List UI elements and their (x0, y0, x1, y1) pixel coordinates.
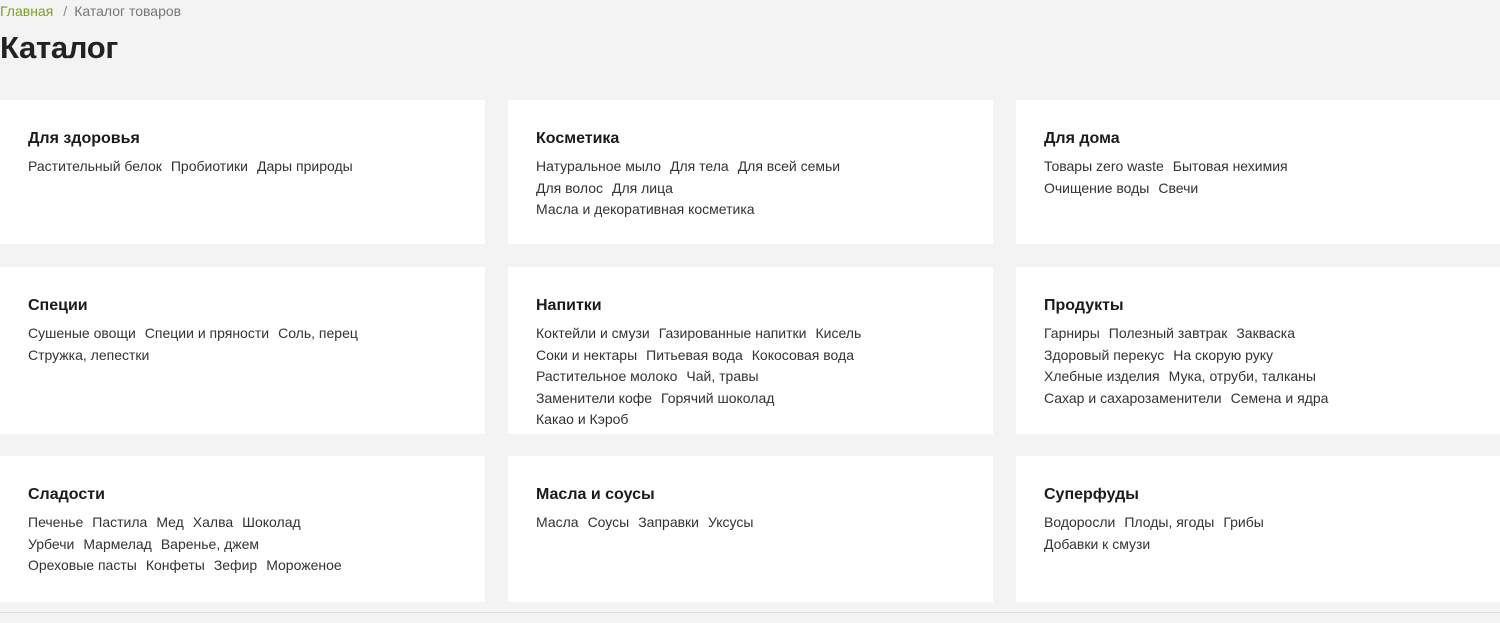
subcategory-link[interactable]: Для волос (536, 178, 603, 200)
breadcrumb-current: Каталог товаров (74, 3, 182, 19)
subcategory-link[interactable]: Натуральное мыло (536, 156, 661, 178)
subcategory-link[interactable]: Какао и Кэроб (536, 409, 628, 431)
subcategory-link[interactable]: Здоровый перекус (1044, 345, 1164, 367)
subcategory-link[interactable]: Питьевая вода (646, 345, 743, 367)
subcategory-link[interactable]: Масла и декоративная косметика (536, 199, 755, 221)
subcategory-link[interactable]: Растительное молоко (536, 366, 677, 388)
subcategory-link[interactable]: Кокосовая вода (752, 345, 854, 367)
subcategory-link[interactable]: Соки и нектары (536, 345, 637, 367)
category-title[interactable]: Косметика (536, 130, 993, 148)
subcategory-link[interactable]: Для лица (612, 178, 673, 200)
subcategory-link[interactable]: Хлебные изделия (1044, 366, 1160, 388)
subcategory-link[interactable]: Полезный завтрак (1109, 323, 1228, 345)
subcategory-link[interactable]: Масла (536, 512, 579, 534)
category-links: Сушеные овощи Специи и пряности Соль, пере… (28, 323, 448, 366)
category-links: Коктейли и смузи Газированные напитки Кисе… (536, 323, 956, 431)
subcategory-link[interactable]: Сушеные овощи (28, 323, 136, 345)
category-links: Товары zero waste Бытовая нехимия Очищение… (1044, 156, 1464, 199)
breadcrumb-home-link[interactable]: Главная (0, 3, 53, 19)
category-card-cosmetics: Косметика Натуральное мыло Для тела Для вс… (508, 100, 993, 244)
subcategory-link[interactable]: Мука, отруби, талканы (1169, 366, 1316, 388)
category-title[interactable]: Сладости (28, 486, 485, 504)
category-links: Печенье Пастила Мед Халва Шоколад Урбечи Марме… (28, 512, 448, 577)
subcategory-link[interactable]: Грибы (1223, 512, 1263, 534)
category-title[interactable]: Масла и соусы (536, 486, 993, 504)
subcategory-link[interactable]: Растительный белок (28, 156, 162, 178)
category-card-health: Для здоровья Растительный белок Пробиотик… (0, 100, 485, 244)
subcategory-link[interactable]: Соусы (588, 512, 630, 534)
subcategory-link[interactable]: Пастила (92, 512, 147, 534)
subcategory-link[interactable]: Стружка, лепестки (28, 345, 149, 367)
subcategory-link[interactable]: Мармелад (83, 534, 151, 556)
subcategory-link[interactable]: Очищение воды (1044, 178, 1149, 200)
category-links: Гарниры Полезный завтрак Закваска Здоровый … (1044, 323, 1464, 409)
subcategory-link[interactable]: Водоросли (1044, 512, 1115, 534)
subcategory-link[interactable]: Урбечи (28, 534, 74, 556)
subcategory-link[interactable]: Плоды, ягоды (1124, 512, 1214, 534)
subcategory-link[interactable]: Закваска (1236, 323, 1295, 345)
subcategory-link[interactable]: Печенье (28, 512, 83, 534)
category-title[interactable]: Специи (28, 297, 485, 315)
category-links: Масла Соусы Заправки Уксусы (536, 512, 956, 534)
subcategory-link[interactable]: Пробиотики (171, 156, 248, 178)
subcategory-link[interactable]: Кисель (815, 323, 861, 345)
category-card-home: Для дома Товары zero waste Бытовая нехими… (1016, 100, 1500, 244)
subcategory-link[interactable]: Заменители кофе (536, 388, 652, 410)
category-title[interactable]: Напитки (536, 297, 993, 315)
subcategory-link[interactable]: Чай, травы (686, 366, 758, 388)
category-card-superfoods: Суперфуды Водоросли Плоды, ягоды Грибы Доба… (1016, 456, 1500, 602)
subcategory-link[interactable]: Гарниры (1044, 323, 1100, 345)
category-title[interactable]: Суперфуды (1044, 486, 1500, 504)
subcategory-link[interactable]: Для тела (670, 156, 729, 178)
subcategory-link[interactable]: Товары zero waste (1044, 156, 1164, 178)
subcategory-link[interactable]: Ореховые пасты (28, 555, 137, 577)
subcategory-link[interactable]: Дары природы (257, 156, 353, 178)
category-title[interactable]: Для дома (1044, 130, 1500, 148)
subcategory-link[interactable]: Газированные напитки (659, 323, 807, 345)
subcategory-link[interactable]: Мед (156, 512, 183, 534)
subcategory-link[interactable]: На скорую руку (1173, 345, 1273, 367)
category-card-spices: Специи Сушеные овощи Специи и пряности Сол… (0, 267, 485, 434)
subcategory-link[interactable]: Коктейли и смузи (536, 323, 650, 345)
subcategory-link[interactable]: Семена и ядра (1231, 388, 1329, 410)
subcategory-link[interactable]: Заправки (638, 512, 699, 534)
subcategory-link[interactable]: Горячий шоколад (661, 388, 774, 410)
subcategory-link[interactable]: Соль, перец (278, 323, 358, 345)
breadcrumb-separator: / (63, 3, 68, 19)
subcategory-link[interactable]: Халва (193, 512, 233, 534)
page-title: Каталог (0, 30, 118, 65)
subcategory-link[interactable]: Специи и пряности (145, 323, 269, 345)
category-title[interactable]: Для здоровья (28, 130, 485, 148)
subcategory-link[interactable]: Варенье, джем (161, 534, 259, 556)
category-card-sweets: Сладости Печенье Пастила Мед Халва Шоколад Ур… (0, 456, 485, 602)
category-card-oils-sauces: Масла и соусы Масла Соусы Заправки Уксусы (508, 456, 993, 602)
breadcrumb: Главная / Каталог товаров (0, 3, 181, 19)
subcategory-link[interactable]: Зефир (214, 555, 257, 577)
subcategory-link[interactable]: Конфеты (146, 555, 205, 577)
subcategory-link[interactable]: Свечи (1158, 178, 1198, 200)
subcategory-link[interactable]: Для всей семьи (738, 156, 840, 178)
subcategory-link[interactable]: Уксусы (708, 512, 753, 534)
category-links: Натуральное мыло Для тела Для всей семьи Дл… (536, 156, 956, 221)
category-links: Растительный белок Пробиотики Дары природы (28, 156, 448, 178)
subcategory-link[interactable]: Мороженое (266, 555, 341, 577)
category-card-products: Продукты Гарниры Полезный завтрак Закваска… (1016, 267, 1500, 434)
subcategory-link[interactable]: Добавки к смузи (1044, 534, 1150, 556)
category-links: Водоросли Плоды, ягоды Грибы Добавки к смуз… (1044, 512, 1464, 555)
category-title[interactable]: Продукты (1044, 297, 1500, 315)
subcategory-link[interactable]: Сахар и сахарозаменители (1044, 388, 1222, 410)
footer-divider (0, 612, 1500, 613)
subcategory-link[interactable]: Бытовая нехимия (1173, 156, 1288, 178)
subcategory-link[interactable]: Шоколад (242, 512, 301, 534)
category-card-drinks: Напитки Коктейли и смузи Газированные нап… (508, 267, 993, 434)
